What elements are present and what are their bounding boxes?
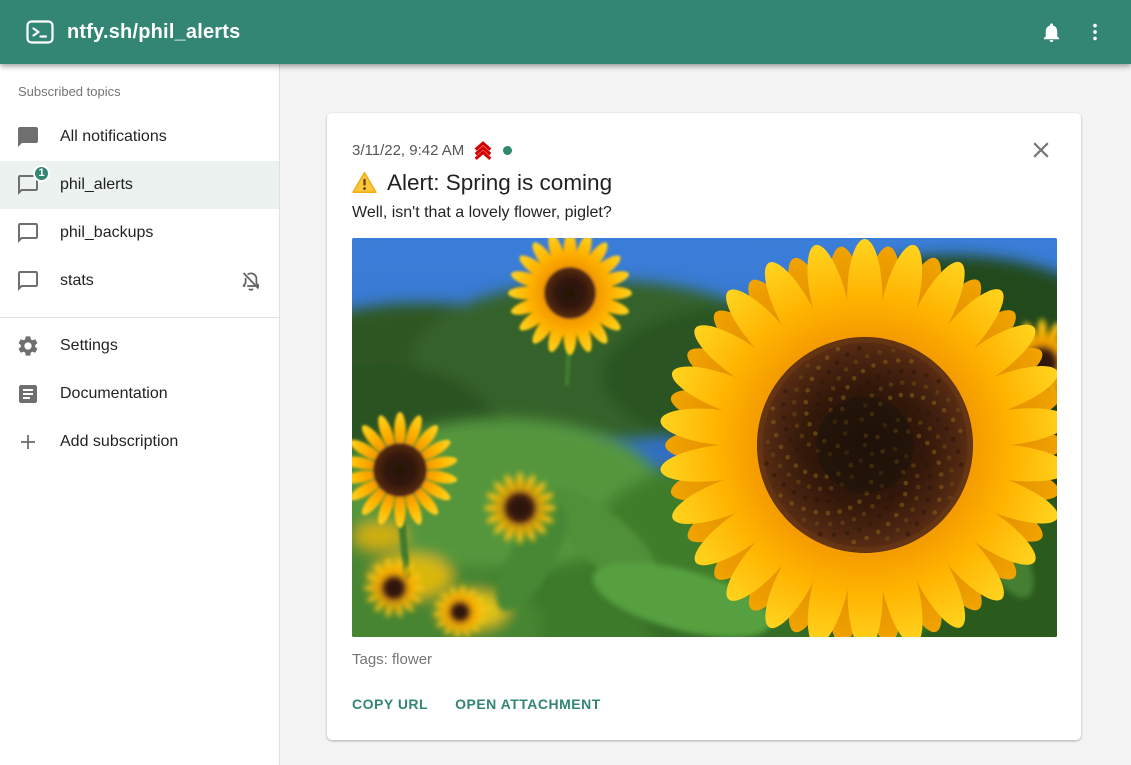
sidebar-divider	[0, 317, 279, 318]
app-bar: ntfy.sh/phil_alerts	[0, 0, 1131, 64]
page-title: ntfy.sh/phil_alerts	[67, 21, 240, 44]
sidebar-item-add-subscription[interactable]: Add subscription	[0, 418, 279, 466]
sidebar: Subscribed topics All notifications 1 ph…	[0, 64, 280, 765]
ntfy-app-window: ntfy.sh/phil_alerts Subscribed topics	[0, 0, 1131, 765]
sidebar-item-label: All notifications	[60, 128, 167, 146]
notifications-bell-button[interactable]	[1029, 10, 1073, 54]
sidebar-item-label: stats	[60, 272, 94, 290]
main-content: 3/11/22, 9:42 AM	[280, 64, 1131, 765]
chat-bubble-filled-icon	[16, 125, 40, 149]
article-icon	[16, 382, 40, 406]
sidebar-item-label: Documentation	[60, 385, 168, 403]
notification-tags: Tags: flower	[352, 651, 1057, 668]
unread-dot	[503, 146, 512, 155]
sidebar-item-settings[interactable]: Settings	[0, 322, 279, 370]
notification-card: 3/11/22, 9:42 AM	[327, 113, 1081, 740]
unread-count-badge: 1	[33, 165, 50, 182]
notification-body: Well, isn't that a lovely flower, piglet…	[352, 202, 1057, 224]
copy-url-button[interactable]: COPY URL	[352, 692, 428, 716]
attachment-image[interactable]	[352, 238, 1057, 637]
more-vert-icon	[1084, 21, 1106, 43]
notification-title: Alert: Spring is coming	[387, 169, 612, 196]
overflow-menu-button[interactable]	[1073, 10, 1117, 54]
warning-emoji-icon	[352, 171, 377, 194]
chat-bubble-outline-icon	[16, 221, 40, 245]
subscribed-topics-label: Subscribed topics	[0, 64, 279, 113]
notification-meta: 3/11/22, 9:42 AM	[352, 140, 1057, 161]
notification-actions: COPY URL OPEN ATTACHMENT	[352, 692, 1057, 716]
sidebar-item-phil-alerts[interactable]: 1 phil_alerts	[0, 161, 279, 209]
sidebar-item-documentation[interactable]: Documentation	[0, 370, 279, 418]
notification-title-row: Alert: Spring is coming	[352, 169, 1057, 196]
priority-max-icon	[472, 140, 494, 161]
close-icon	[1028, 151, 1054, 166]
bell-icon	[1040, 21, 1063, 44]
terminal-logo-icon	[26, 20, 54, 44]
open-attachment-button[interactable]: OPEN ATTACHMENT	[455, 692, 601, 716]
sidebar-item-label: Add subscription	[60, 433, 178, 451]
sidebar-item-phil-backups[interactable]: phil_backups	[0, 209, 279, 257]
chat-bubble-outline-icon: 1	[16, 173, 40, 197]
chat-bubble-outline-icon	[16, 269, 40, 293]
sidebar-item-label: phil_backups	[60, 224, 153, 242]
gear-icon	[16, 334, 40, 358]
notifications-off-icon	[239, 269, 263, 293]
sidebar-item-label: phil_alerts	[60, 176, 133, 194]
sidebar-item-all-notifications[interactable]: All notifications	[0, 113, 279, 161]
close-notification-button[interactable]	[1027, 137, 1055, 165]
notification-timestamp: 3/11/22, 9:42 AM	[352, 142, 464, 159]
sidebar-item-stats[interactable]: stats	[0, 257, 279, 305]
plus-icon	[16, 430, 40, 454]
sidebar-item-label: Settings	[60, 337, 118, 355]
